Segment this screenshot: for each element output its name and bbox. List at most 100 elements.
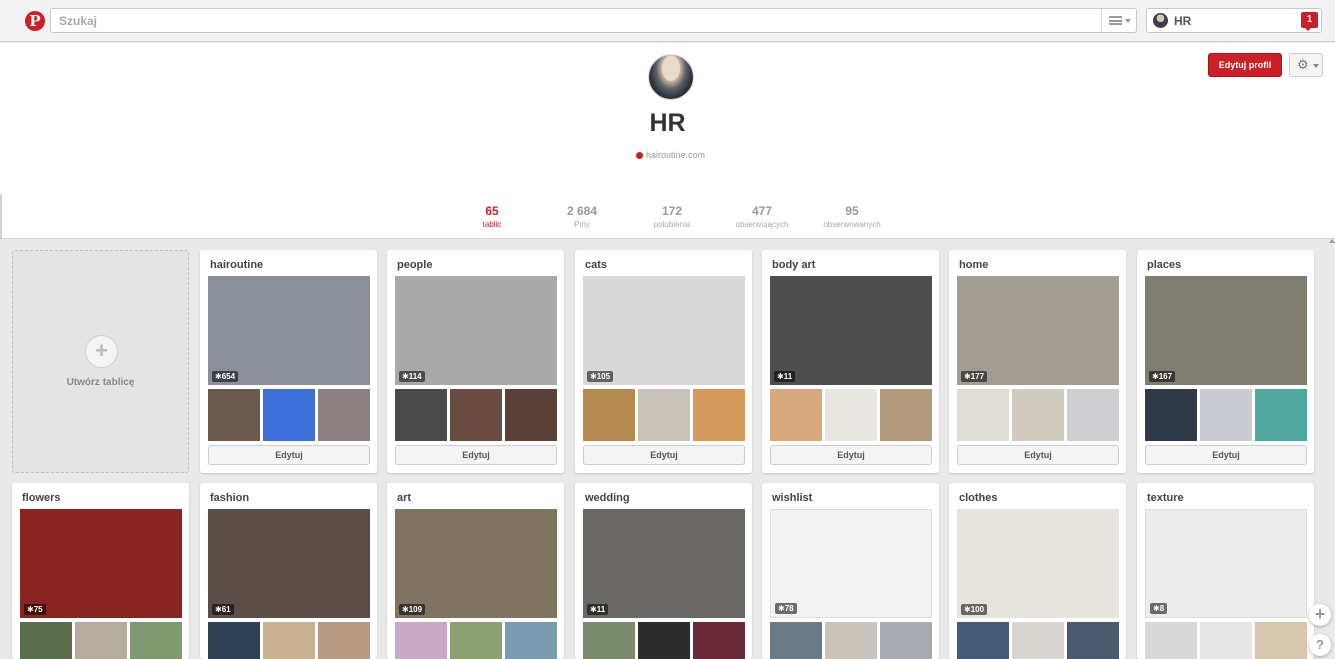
edit-board-button[interactable]: Edytuj [395, 445, 557, 465]
board-card[interactable]: clothes ✱100 [949, 483, 1126, 659]
board-cover-image[interactable]: ✱109 [395, 509, 557, 618]
board-card[interactable]: places ✱167 Edytuj [1137, 250, 1314, 473]
board-thumbnail[interactable] [1012, 622, 1064, 659]
board-thumbnail[interactable] [638, 622, 690, 659]
board-card[interactable]: art ✱109 [387, 483, 564, 659]
board-thumbnail[interactable] [318, 622, 370, 659]
website-link[interactable]: hairoutine.com [646, 150, 705, 160]
board-thumbnail[interactable] [75, 622, 127, 659]
board-thumbnail[interactable] [1145, 622, 1197, 659]
stat-label: Piny [574, 220, 590, 229]
board-thumbnail[interactable] [825, 389, 877, 441]
board-title: people [397, 259, 433, 271]
board-thumbnail[interactable] [770, 389, 822, 441]
board-thumbnail[interactable] [395, 389, 447, 441]
board-thumbnail[interactable] [1200, 389, 1252, 441]
board-thumbnail[interactable] [880, 389, 932, 441]
board-thumbnail[interactable] [583, 622, 635, 659]
board-thumbnail[interactable] [1012, 389, 1064, 441]
board-cover-image[interactable]: ✱177 [957, 276, 1119, 385]
board-thumbnail[interactable] [1145, 389, 1197, 441]
search-input[interactable] [51, 9, 1091, 32]
board-thumbnail[interactable] [825, 622, 877, 659]
stat-followers[interactable]: 477 obserwujących [712, 204, 812, 229]
user-menu[interactable]: HR 1 [1146, 8, 1322, 33]
pinterest-logo-icon[interactable]: P [25, 11, 45, 31]
edit-board-button[interactable]: Edytuj [583, 445, 745, 465]
edit-board-button[interactable]: Edytuj [208, 445, 370, 465]
board-cover-image[interactable]: ✱11 [583, 509, 745, 618]
board-thumbnail[interactable] [20, 622, 72, 659]
pin-count-badge: ✱114 [399, 371, 425, 382]
board-thumbnail[interactable] [208, 389, 260, 441]
board-thumbnail[interactable] [1255, 389, 1307, 441]
board-card[interactable]: hairoutine ✱654 Edytuj [200, 250, 377, 473]
notification-badge[interactable]: 1 [1301, 12, 1318, 31]
board-cover-image[interactable]: ✱8 [1145, 509, 1307, 618]
board-thumbnail[interactable] [1067, 622, 1119, 659]
board-thumbnail[interactable] [583, 389, 635, 441]
board-thumbnail[interactable] [693, 389, 745, 441]
edit-board-button[interactable]: Edytuj [770, 445, 932, 465]
board-card[interactable]: fashion ✱61 [200, 483, 377, 659]
board-thumbnail[interactable] [130, 622, 182, 659]
board-thumbnail[interactable] [505, 389, 557, 441]
board-cover-image[interactable]: ✱75 [20, 509, 182, 618]
stat-value: 172 [661, 204, 683, 218]
board-cover-image[interactable]: ✱100 [957, 509, 1119, 618]
board-cover-image[interactable]: ✱654 [208, 276, 370, 385]
board-thumbnail[interactable] [1255, 622, 1307, 659]
board-thumbnail[interactable] [1200, 622, 1252, 659]
board-thumbnail[interactable] [880, 622, 932, 659]
edit-board-button[interactable]: Edytuj [1145, 445, 1307, 465]
create-board-card[interactable]: + Utwórz tablicę [12, 250, 189, 473]
help-button[interactable]: ? [1309, 634, 1331, 656]
scroll-up-icon[interactable] [1328, 238, 1335, 244]
board-cover-image[interactable]: ✱114 [395, 276, 557, 385]
edit-profile-button[interactable]: Edytuj profil [1208, 53, 1282, 77]
stat-likes[interactable]: 172 polubienia [622, 204, 722, 229]
stat-label: obserwowanych [823, 220, 881, 229]
board-card[interactable]: home ✱177 Edytuj [949, 250, 1126, 473]
board-card[interactable]: wedding ✱11 [575, 483, 752, 659]
profile-website[interactable]: hairoutine.com [636, 150, 705, 160]
user-avatar [1153, 13, 1168, 28]
stat-boards[interactable]: 65 tablic [442, 204, 542, 229]
board-thumbnail[interactable] [638, 389, 690, 441]
board-title: wedding [585, 492, 630, 504]
board-thumbnail[interactable] [1067, 389, 1119, 441]
menu-icon [1109, 16, 1122, 25]
board-cover-image[interactable]: ✱61 [208, 509, 370, 618]
board-card[interactable]: cats ✱105 Edytuj [575, 250, 752, 473]
stat-following[interactable]: 95 obserwowanych [802, 204, 902, 229]
board-thumbnail[interactable] [450, 622, 502, 659]
board-thumbnail[interactable] [263, 389, 315, 441]
board-card[interactable]: flowers ✱75 [12, 483, 189, 659]
board-card[interactable]: texture ✱8 [1137, 483, 1314, 659]
plus-icon: + [85, 335, 118, 368]
settings-button[interactable]: ⚙ [1289, 53, 1323, 77]
board-thumbnail[interactable] [450, 389, 502, 441]
board-thumbnail[interactable] [263, 622, 315, 659]
profile-name: HR [649, 109, 686, 137]
edit-board-button[interactable]: Edytuj [957, 445, 1119, 465]
board-cover-image[interactable]: ✱78 [770, 509, 932, 618]
board-thumbnail[interactable] [505, 622, 557, 659]
board-card[interactable]: people ✱114 Edytuj [387, 250, 564, 473]
board-thumbnail[interactable] [208, 622, 260, 659]
board-cover-image[interactable]: ✱11 [770, 276, 932, 385]
board-cover-image[interactable]: ✱105 [583, 276, 745, 385]
board-card[interactable]: wishlist ✱78 [762, 483, 939, 659]
pin-count-badge: ✱177 [961, 371, 988, 382]
board-card[interactable]: body art ✱11 Edytuj [762, 250, 939, 473]
board-thumbnail[interactable] [957, 622, 1009, 659]
board-cover-image[interactable]: ✱167 [1145, 276, 1307, 385]
add-pin-button[interactable]: + [1309, 604, 1331, 626]
board-thumbnail[interactable] [770, 622, 822, 659]
board-thumbnail[interactable] [318, 389, 370, 441]
board-thumbnail[interactable] [693, 622, 745, 659]
board-thumbnail[interactable] [395, 622, 447, 659]
stat-pins[interactable]: 2 684 Piny [532, 204, 632, 229]
category-menu-button[interactable] [1101, 9, 1136, 32]
board-thumbnail[interactable] [957, 389, 1009, 441]
